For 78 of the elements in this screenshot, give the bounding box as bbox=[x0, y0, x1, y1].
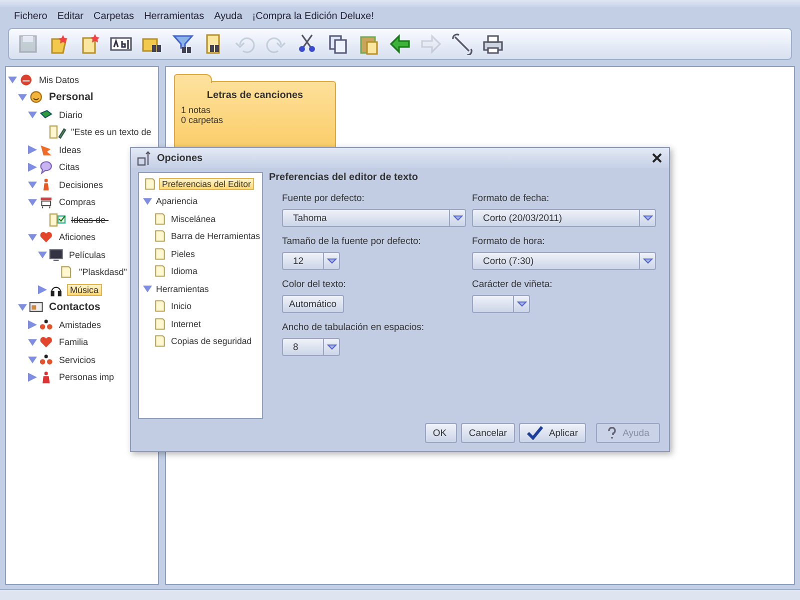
page-icon bbox=[153, 246, 167, 262]
page-icon bbox=[153, 228, 167, 244]
options-icon bbox=[137, 150, 153, 166]
tree-item[interactable]: Amistades bbox=[57, 318, 104, 331]
dropdown[interactable]: Corto (20/03/2011) bbox=[472, 209, 656, 227]
dropdown-arrow-icon bbox=[326, 344, 336, 350]
dialog-button[interactable]: Aplicar bbox=[518, 423, 586, 443]
tree-item[interactable]: Decisiones bbox=[57, 178, 106, 191]
tree-item[interactable]: Familia bbox=[57, 336, 90, 348]
dialog-button[interactable]: Cancelar bbox=[460, 423, 515, 443]
field-label: Fuente por defecto: bbox=[282, 193, 364, 204]
options-tree-item[interactable]: Idioma bbox=[169, 265, 200, 278]
field-label: Ancho de tabulación en espacios: bbox=[282, 322, 424, 333]
dropdown[interactable]: Tahoma bbox=[282, 209, 466, 227]
page-icon bbox=[153, 210, 167, 227]
menu-item[interactable]: Editar bbox=[57, 11, 84, 22]
dropdown-arrow-icon bbox=[516, 301, 526, 307]
page-icon bbox=[153, 298, 167, 314]
checkmark-icon bbox=[526, 426, 543, 440]
tree-item[interactable]: "Este es un texto de bbox=[69, 126, 154, 138]
options-tree-item[interactable]: Barra de Herramientas bbox=[169, 230, 262, 242]
field-label: Carácter de viñeta: bbox=[472, 279, 552, 290]
folder-title: Letras de canciones bbox=[206, 90, 304, 101]
tree-item[interactable]: Ideas bbox=[57, 144, 84, 156]
folder-count: 1 notas bbox=[181, 105, 212, 115]
options-tree-item[interactable]: Copias de seguridad bbox=[169, 335, 254, 348]
tree-item[interactable]: Música bbox=[67, 284, 102, 296]
dropdown-arrow-icon bbox=[452, 215, 462, 221]
dropdown-arrow-icon bbox=[642, 258, 652, 264]
field-label: Color del texto: bbox=[282, 279, 346, 290]
options-tree-item[interactable]: Herramientas bbox=[154, 282, 211, 295]
tree-item[interactable]: Mis Datos bbox=[37, 74, 82, 86]
dropdown[interactable]: Corto (7:30) bbox=[472, 252, 656, 270]
tree-item[interactable]: Ideas de- bbox=[69, 214, 111, 226]
menu-item[interactable]: Herramientas bbox=[144, 11, 204, 22]
menu-item[interactable]: Ayuda bbox=[214, 11, 242, 22]
page-icon bbox=[153, 333, 167, 350]
options-tree-item[interactable]: Preferencias del Editor bbox=[159, 178, 254, 190]
field-label: Formato de hora: bbox=[472, 236, 545, 247]
smiley-icon bbox=[29, 89, 45, 106]
monitor-icon bbox=[49, 246, 65, 263]
dropdown-arrow-icon bbox=[326, 258, 336, 264]
speech-bubble-icon bbox=[39, 159, 55, 176]
tree-item[interactable]: Diario bbox=[57, 108, 85, 121]
field-label: Tamaño de la fuente por defecto: bbox=[282, 236, 421, 247]
field-label: Formato de fecha: bbox=[472, 193, 550, 204]
left-arrow-button[interactable] bbox=[387, 31, 413, 57]
dropdown[interactable]: 8 bbox=[282, 338, 340, 356]
options-tree-item[interactable]: Pieles bbox=[169, 248, 197, 260]
options-tree-item[interactable]: Internet bbox=[169, 318, 203, 330]
tree-item[interactable]: Personal bbox=[47, 90, 96, 104]
folder-count: 0 carpetas bbox=[181, 115, 224, 125]
options-tree-item[interactable]: Inicio bbox=[169, 300, 194, 312]
tree-item[interactable]: Compras bbox=[57, 196, 98, 208]
options-tree-item[interactable]: Apariencia bbox=[154, 195, 200, 208]
page-icon bbox=[153, 263, 167, 280]
dropdown[interactable] bbox=[472, 295, 530, 313]
tree-item[interactable]: Citas bbox=[57, 161, 82, 174]
dropdown[interactable]: 12 bbox=[282, 252, 340, 270]
page-icon bbox=[143, 176, 157, 192]
tree-item[interactable]: Contactos bbox=[47, 300, 102, 314]
options-tree-item[interactable]: Miscelánea bbox=[169, 212, 218, 225]
tree-item[interactable]: "Plaskdasd" bbox=[77, 266, 129, 278]
menu-item[interactable]: Fichero bbox=[14, 11, 48, 22]
dialog-button[interactable]: OK bbox=[424, 423, 457, 443]
page-icon bbox=[153, 316, 167, 332]
folder-tab bbox=[174, 74, 212, 83]
tree-item[interactable]: Películas bbox=[67, 248, 108, 261]
tree-item[interactable]: Servicios bbox=[57, 354, 98, 366]
color-button[interactable]: Automático bbox=[282, 295, 344, 313]
question-mark-icon bbox=[606, 427, 617, 439]
menu-item[interactable]: ¡Compra la Edición Deluxe! bbox=[252, 11, 374, 22]
tree-item[interactable]: Aficiones bbox=[57, 231, 98, 244]
tree-item[interactable]: Personas imp bbox=[57, 371, 116, 384]
dropdown-arrow-icon bbox=[642, 215, 652, 221]
page-and-pencil-icon bbox=[49, 124, 67, 140]
menu-item[interactable]: Carpetas bbox=[93, 11, 134, 22]
close-icon[interactable] bbox=[651, 152, 663, 164]
